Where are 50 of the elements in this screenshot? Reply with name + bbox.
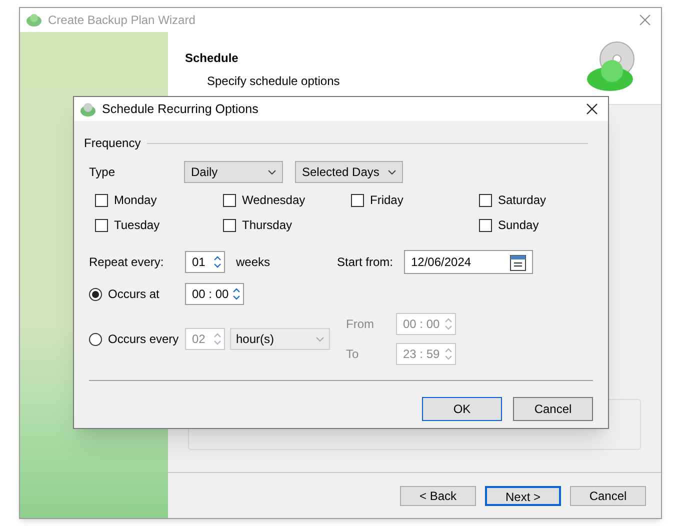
close-icon[interactable] [586,103,598,115]
frequency-label: Frequency [84,135,141,152]
occurs-every-label: Occurs every [108,331,179,348]
spin-field[interactable]: 00 : 00 [185,283,244,305]
start-label: Start from: [337,254,394,271]
caret-icon [268,170,276,174]
from-label: From [346,316,375,333]
day-checkbox[interactable] [479,194,492,206]
day-checkbox[interactable] [351,194,364,206]
day-label: Tuesday [114,217,160,234]
wizard-button[interactable]: Cancel [570,486,646,506]
type-label: Type [89,164,116,181]
dialog-button[interactable]: OK [422,397,502,421]
occurs-at-label: Occurs at [108,286,160,303]
day-checkbox[interactable] [223,218,236,232]
spin-field[interactable]: 00 : 00 [396,313,456,335]
header-subtitle: Specify schedule options [206,73,341,90]
day-label: Wednesday [242,192,306,209]
repeat-label: Repeat every: [89,254,165,271]
type-dropdown[interactable]: Daily [184,161,283,183]
day-checkbox[interactable] [95,218,108,232]
unit-dropdown[interactable]: hour(s) [230,328,330,350]
day-label: Sunday [498,217,539,234]
spin-field[interactable]: 02 [185,328,225,350]
occurs-every-radio[interactable] [89,332,102,346]
dialog-title: Schedule Recurring Options [102,100,258,118]
caret-icon [316,336,324,342]
caret-icon [388,170,396,174]
day-label: Saturday [498,192,546,209]
day-checkbox[interactable] [223,194,236,206]
spin-field[interactable]: 01 [185,251,225,273]
day-label: Thursday [242,217,292,234]
day-checkbox[interactable] [479,218,492,232]
header-title: Schedule [185,50,240,67]
window-title: Create Backup Plan Wizard [48,12,196,29]
calendar-icon[interactable] [510,254,526,270]
to-label: To [346,346,360,363]
spin-field[interactable]: 23 : 59 [396,343,456,365]
start-date-field[interactable]: 12/06/2024 [404,250,533,274]
cloud-app-icon [80,102,96,116]
day-label: Monday [114,192,157,209]
repeat-unit: weeks [236,254,272,271]
day-label: Friday [370,192,404,209]
dialog-button[interactable]: Cancel [513,397,593,421]
cloud-app-icon [26,13,42,27]
wizard-button[interactable]: < Back [400,486,476,506]
wizard-button[interactable]: Next > [485,486,561,506]
day-checkbox[interactable] [95,194,108,206]
type-dropdown[interactable]: Selected Days [295,161,403,183]
occurs-at-radio[interactable] [89,288,102,300]
